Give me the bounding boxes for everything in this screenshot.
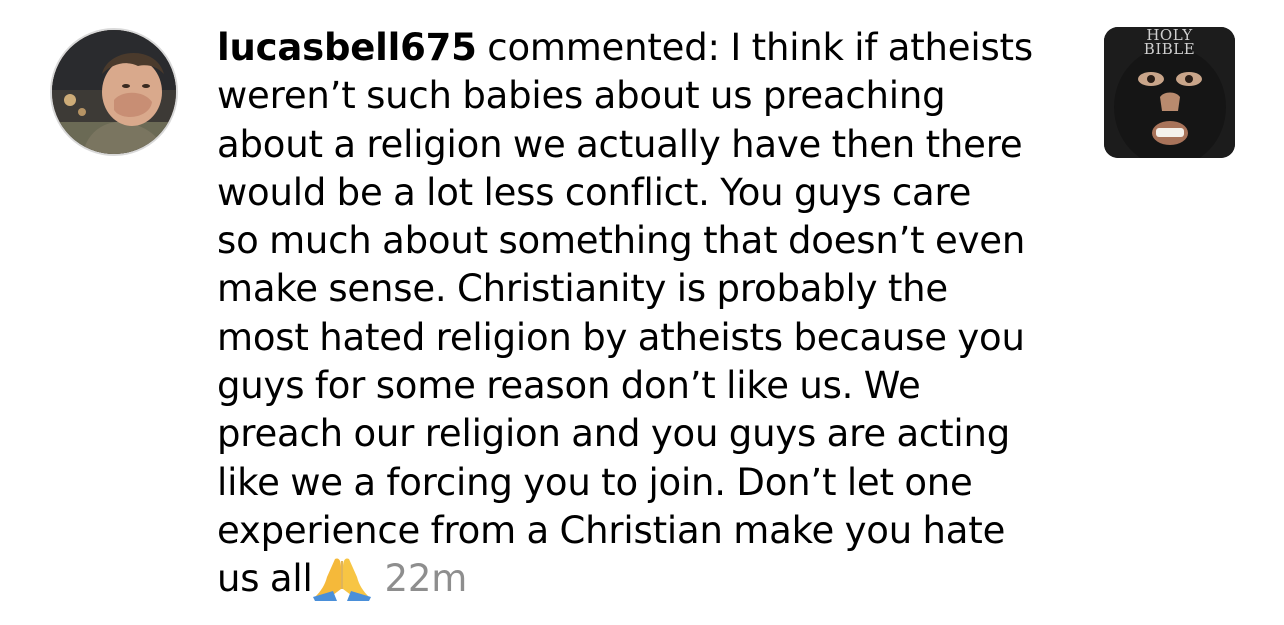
comment-line: most hated religion by atheists because … <box>217 315 1025 359</box>
comment-line: weren’t such babies about us preaching <box>217 74 946 118</box>
comment-line: so much about something that doesn’t eve… <box>217 219 1026 263</box>
comment-line-last: us all 22m <box>217 555 1077 603</box>
profile-photo-icon <box>52 30 176 154</box>
comment-line-header: lucasbell675 commented: I think if athei… <box>217 24 1077 72</box>
comment-line: about a religion we actually have then t… <box>217 122 1023 166</box>
comment-line: experience from a Christian make you hat… <box>217 508 1006 552</box>
thumbnail-title-line-2: BIBLE <box>1143 40 1196 58</box>
comment-line: preach our religion and you guys are act… <box>217 412 1010 456</box>
comment-line: like we a forcing you to join. Don’t let… <box>217 460 973 504</box>
comment-last-text: us all <box>217 557 313 601</box>
folded-hands-emoji-icon <box>312 558 371 602</box>
comment-body: lucasbell675 commented: I think if athei… <box>217 24 1077 604</box>
comment-notification[interactable]: lucasbell675 commented: I think if athei… <box>0 0 1284 625</box>
comment-line: would be a lot less conflict. You guys c… <box>217 170 972 214</box>
comment-action-text: commented: I think if atheists <box>476 26 1033 69</box>
comment-timestamp: 22m <box>384 557 468 601</box>
comment-line: guys for some reason don’t like us. We <box>217 364 921 408</box>
user-avatar[interactable] <box>50 28 178 156</box>
username-link[interactable]: lucasbell675 <box>217 26 477 69</box>
comment-line: make sense. Christianity is probably the <box>217 267 948 311</box>
post-thumbnail[interactable]: HOLY BIBLE <box>1104 27 1235 158</box>
